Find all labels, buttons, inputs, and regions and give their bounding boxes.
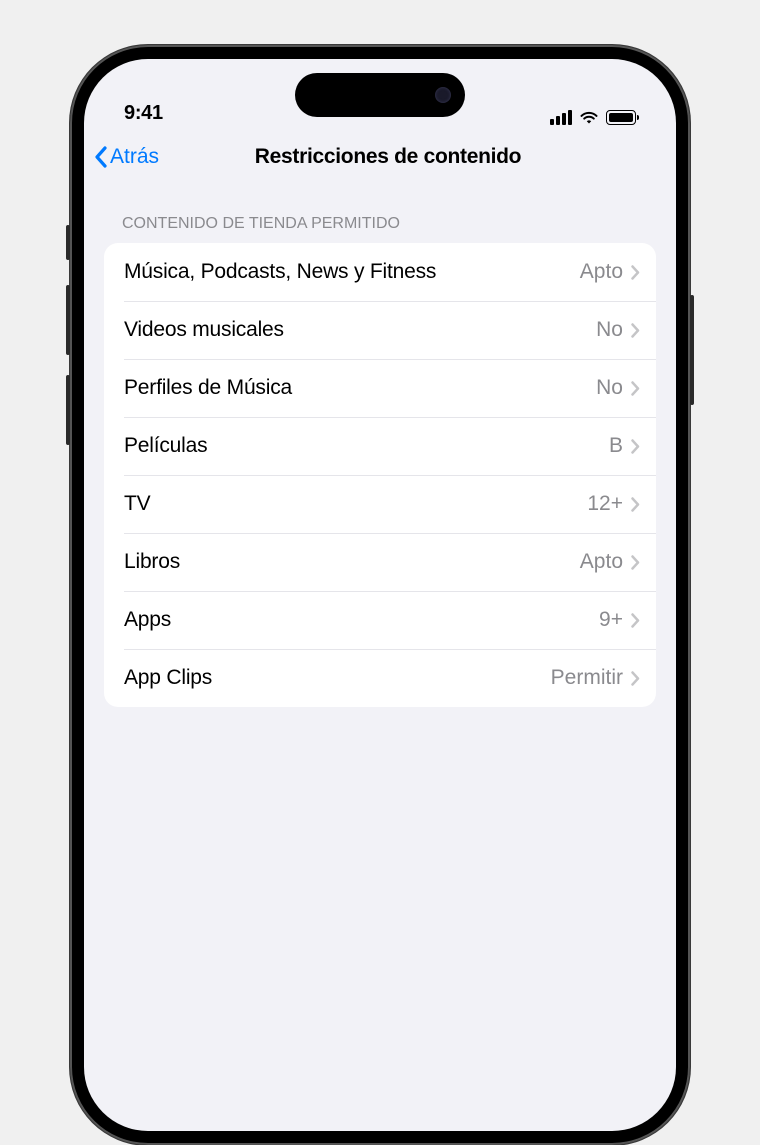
row-value: 9+ [599, 608, 623, 632]
row-label: Apps [124, 608, 599, 632]
battery-icon [606, 110, 636, 125]
side-button [690, 295, 694, 405]
chevron-right-icon [631, 671, 640, 686]
row-value: Permitir [551, 666, 623, 690]
chevron-right-icon [631, 497, 640, 512]
row-label: Videos musicales [124, 318, 596, 342]
chevron-right-icon [631, 555, 640, 570]
silent-switch [66, 225, 70, 260]
row-label: App Clips [124, 666, 551, 690]
chevron-right-icon [631, 439, 640, 454]
row-music-videos[interactable]: Videos musicales No [104, 301, 656, 359]
row-value: No [596, 376, 623, 400]
cellular-icon [550, 110, 572, 125]
settings-list: Música, Podcasts, News y Fitness Apto Vi… [104, 243, 656, 707]
row-value: 12+ [587, 492, 623, 516]
chevron-right-icon [631, 323, 640, 338]
chevron-right-icon [631, 613, 640, 628]
row-label: Películas [124, 434, 609, 458]
phone-screen: 9:41 [84, 59, 676, 1131]
back-button[interactable]: Atrás [94, 145, 159, 169]
row-movies[interactable]: Películas B [104, 417, 656, 475]
row-value: Apto [580, 550, 623, 574]
row-value: No [596, 318, 623, 342]
status-time: 9:41 [124, 102, 163, 125]
phone-frame: 9:41 [70, 45, 690, 1145]
row-music-profiles[interactable]: Perfiles de Música No [104, 359, 656, 417]
row-books[interactable]: Libros Apto [104, 533, 656, 591]
navigation-bar: Atrás Restricciones de contenido [84, 131, 676, 185]
volume-down-button [66, 375, 70, 445]
row-music-podcasts-news-fitness[interactable]: Música, Podcasts, News y Fitness Apto [104, 243, 656, 301]
row-label: Perfiles de Música [124, 376, 596, 400]
content-area: CONTENIDO DE TIENDA PERMITIDO Música, Po… [84, 185, 676, 707]
wifi-icon [579, 110, 599, 125]
row-label: TV [124, 492, 587, 516]
volume-up-button [66, 285, 70, 355]
row-tv[interactable]: TV 12+ [104, 475, 656, 533]
chevron-left-icon [94, 146, 108, 168]
row-value: Apto [580, 260, 623, 284]
page-title: Restricciones de contenido [116, 145, 660, 169]
section-header: CONTENIDO DE TIENDA PERMITIDO [104, 185, 656, 243]
row-app-clips[interactable]: App Clips Permitir [104, 649, 656, 707]
chevron-right-icon [631, 381, 640, 396]
row-label: Libros [124, 550, 580, 574]
row-apps[interactable]: Apps 9+ [104, 591, 656, 649]
chevron-right-icon [631, 265, 640, 280]
back-label: Atrás [110, 145, 159, 169]
front-camera [435, 87, 451, 103]
row-label: Música, Podcasts, News y Fitness [124, 260, 580, 284]
status-icons [550, 110, 636, 125]
dynamic-island [295, 73, 465, 117]
row-value: B [609, 434, 623, 458]
